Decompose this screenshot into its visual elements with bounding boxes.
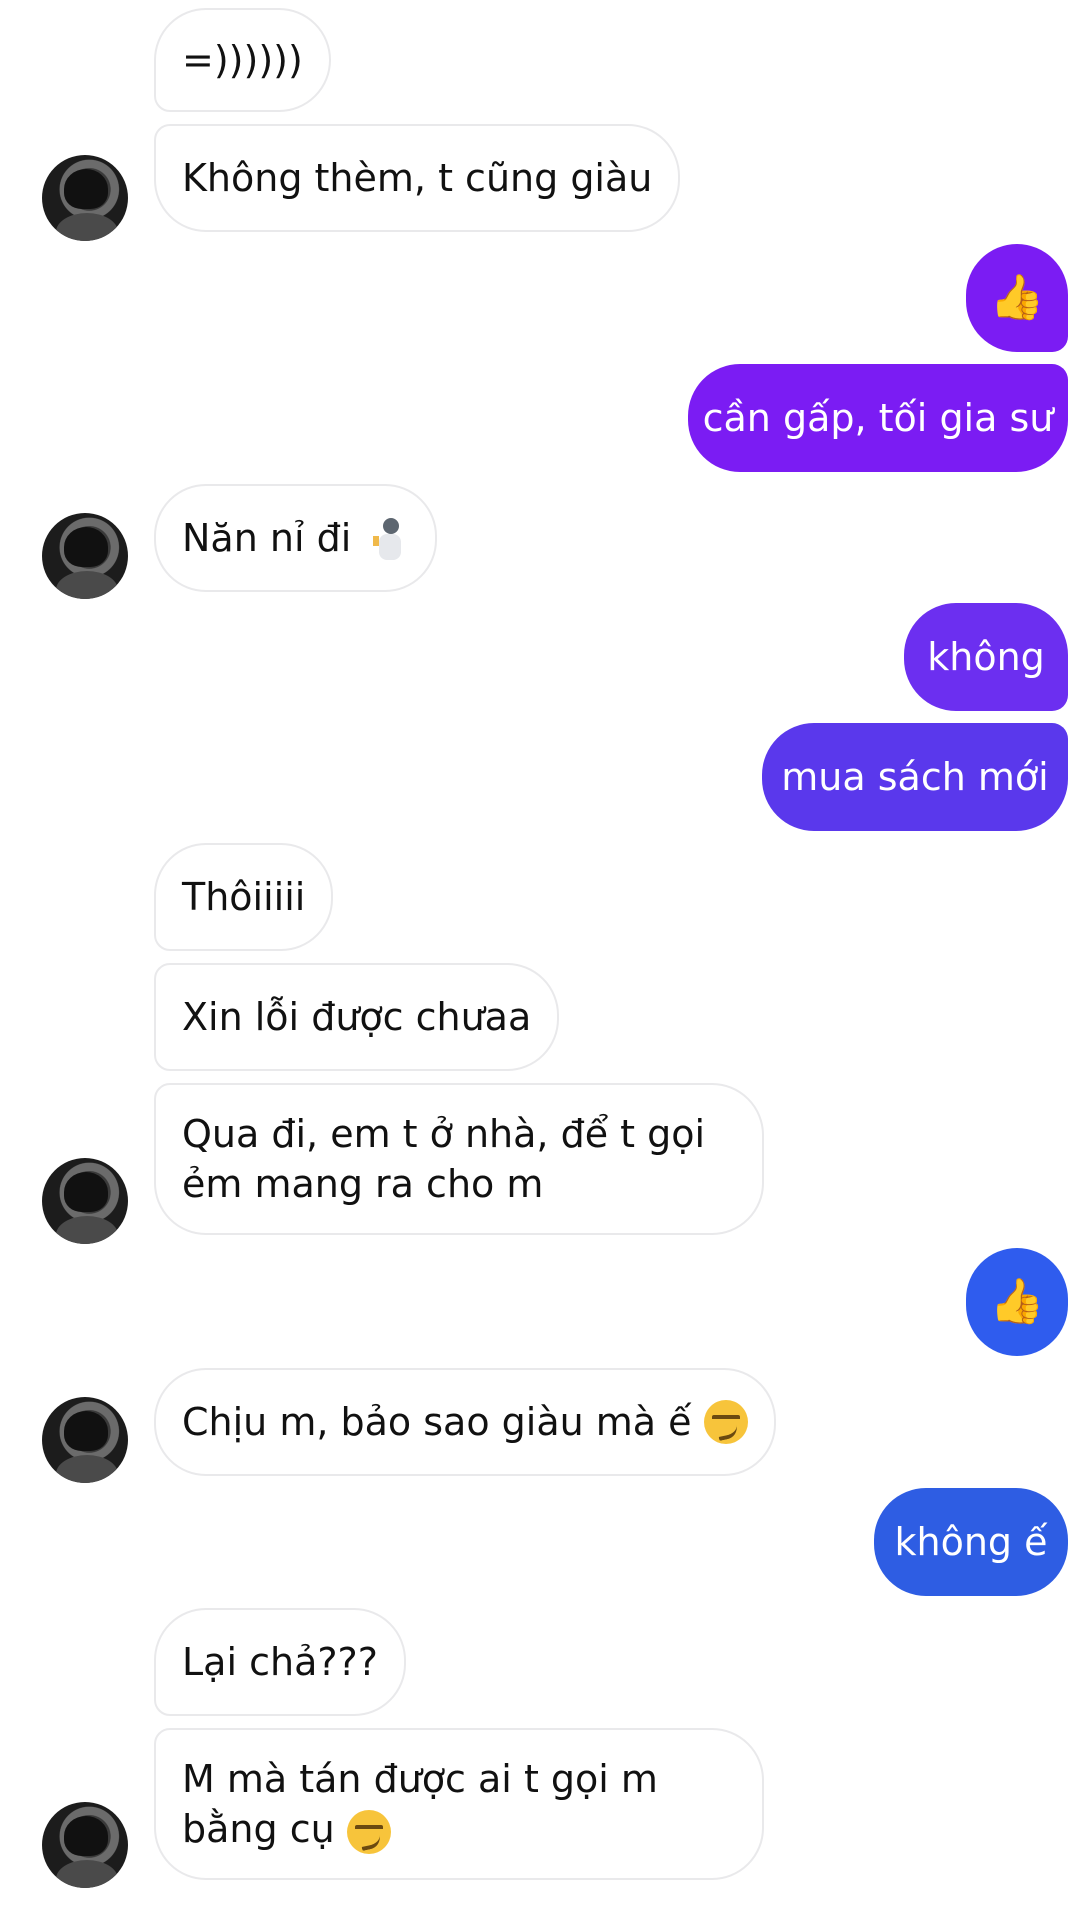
avatar[interactable] [42, 1802, 128, 1888]
message-text: Xin lỗi được chưaa [182, 995, 532, 1039]
message-text: Chịu m, bảo sao giàu mà ế [182, 1400, 692, 1444]
thumbs-up-icon: 👍 [989, 272, 1045, 323]
outgoing-message[interactable]: cần gấp, tối gia sư [688, 364, 1068, 472]
incoming-message[interactable]: Qua đi, em t ở nhà, để t gọi ẻm mang ra … [154, 1083, 764, 1235]
incoming-message[interactable]: Năn nỉ đi [154, 484, 438, 592]
outgoing-message[interactable]: không ế [874, 1488, 1068, 1596]
outgoing-message[interactable]: không [904, 603, 1068, 711]
message-text: không [927, 635, 1045, 679]
message-text: không ế [894, 1520, 1048, 1564]
fencer-emoji [365, 514, 409, 562]
incoming-message[interactable]: Không thèm, t cũng giàu [154, 124, 681, 232]
incoming-message[interactable]: Chịu m, bảo sao giàu mà ế [154, 1368, 776, 1476]
avatar[interactable] [42, 155, 128, 241]
message-text: Không thèm, t cũng giàu [182, 156, 653, 200]
message-text: =)))))) [182, 38, 303, 82]
avatar[interactable] [42, 1158, 128, 1244]
message-text: Năn nỉ đi [182, 516, 352, 560]
incoming-message[interactable]: Lại chả??? [154, 1608, 406, 1716]
incoming-message[interactable]: =)))))) [154, 8, 331, 112]
incoming-message[interactable]: M mà tán được ai t gọi m bằng cụ [154, 1728, 764, 1880]
avatar[interactable] [42, 1397, 128, 1483]
incoming-message[interactable]: Xin lỗi được chưaa [154, 963, 560, 1071]
message-text: Thôiiiii [182, 875, 306, 919]
smirk-emoji [346, 1809, 391, 1854]
thumbs-up-icon: 👍 [989, 1276, 1045, 1327]
message-text: Qua đi, em t ở nhà, để t gọi ẻm mang ra … [182, 1112, 706, 1206]
message-text: M mà tán được ai t gọi m bằng cụ [182, 1754, 736, 1854]
message-text: cần gấp, tối gia sư [702, 396, 1054, 440]
avatar[interactable] [42, 513, 128, 599]
outgoing-message[interactable]: mua sách mới [762, 723, 1068, 831]
smirk-emoji [703, 1400, 748, 1444]
thumbs-up-message[interactable]: 👍 [966, 244, 1068, 352]
incoming-message[interactable]: Thôiiiii [154, 843, 334, 951]
message-text: mua sách mới [781, 755, 1049, 799]
message-text: Lại chả??? [182, 1640, 378, 1684]
thumbs-up-message[interactable]: 👍 [966, 1248, 1068, 1356]
